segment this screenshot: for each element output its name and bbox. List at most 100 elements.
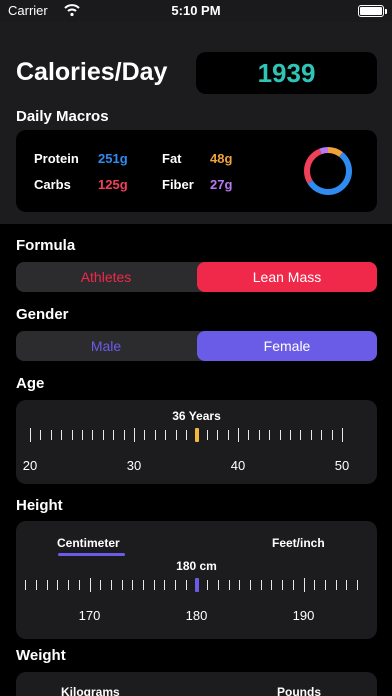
- calories-value: 1939: [196, 52, 377, 94]
- age-title: Age: [16, 375, 45, 392]
- weight-tab-kilograms[interactable]: Kilograms: [61, 685, 120, 696]
- age-tick: [227, 430, 229, 440]
- height-tick: [57, 580, 59, 590]
- formula-option-athletes[interactable]: Athletes: [16, 262, 196, 292]
- height-tick: [260, 580, 262, 590]
- age-tick: [102, 430, 104, 440]
- age-tick: [30, 428, 31, 442]
- formula-segmented-control: Athletes Lean Mass: [16, 262, 377, 292]
- age-tick: [310, 430, 312, 440]
- height-tick: [228, 580, 230, 590]
- height-tick: [282, 580, 284, 590]
- age-tick: [50, 430, 52, 440]
- fiber-label: Fiber: [162, 177, 194, 192]
- height-tick: [121, 580, 123, 590]
- height-tick: [132, 580, 134, 590]
- gender-option-male[interactable]: Male: [16, 331, 196, 361]
- carbs-label: Carbs: [34, 177, 71, 192]
- age-tick: [144, 430, 146, 440]
- height-tick: [46, 580, 48, 590]
- age-tick-label: 30: [126, 458, 142, 473]
- height-tick: [164, 580, 166, 590]
- height-tick-label: 180: [185, 608, 208, 623]
- age-tick: [165, 430, 167, 440]
- age-tick: [248, 430, 250, 440]
- gender-segmented-control: Male Female: [16, 331, 377, 361]
- age-tick: [40, 430, 42, 440]
- height-marker: [195, 578, 199, 592]
- height-tick: [271, 580, 273, 590]
- summary-header: Calories/Day 1939 Daily Macros Protein 2…: [0, 22, 392, 224]
- height-tick: [346, 580, 348, 590]
- age-tick: [92, 430, 94, 440]
- age-tick-label: 50: [334, 458, 350, 473]
- protein-value: 251g: [98, 151, 128, 166]
- fat-label: Fat: [162, 151, 182, 166]
- height-tab-centimeter[interactable]: Centimeter: [57, 536, 120, 550]
- age-marker: [194, 428, 199, 442]
- age-tick: [61, 430, 63, 440]
- age-tick: [342, 428, 343, 442]
- height-tick: [25, 580, 27, 590]
- gender-option-female[interactable]: Female: [197, 331, 377, 361]
- height-card: Centimeter Feet/inch 180 cm 170 180 190: [16, 521, 377, 639]
- height-tick: [110, 580, 112, 590]
- age-tick: [71, 430, 73, 440]
- age-tick: [175, 430, 177, 440]
- height-tick: [185, 580, 187, 590]
- age-tick-label: 40: [230, 458, 246, 473]
- fiber-value: 27g: [210, 177, 233, 192]
- height-tab-feet-inch[interactable]: Feet/inch: [272, 536, 325, 550]
- macros-card: Protein 251g Fat 48g Carbs 125g Fiber 27…: [16, 130, 377, 212]
- macros-title: Daily Macros: [16, 108, 109, 125]
- status-bar: Carrier 5:10 PM: [0, 0, 392, 22]
- height-tick: [357, 580, 358, 590]
- age-tick: [217, 430, 219, 440]
- height-tick: [68, 580, 70, 590]
- age-tick: [300, 430, 302, 440]
- age-tick: [186, 430, 187, 440]
- age-tick: [123, 430, 125, 440]
- height-tick: [314, 580, 316, 590]
- gender-title: Gender: [16, 306, 69, 323]
- height-tick: [217, 580, 219, 590]
- page-title: Calories/Day: [16, 58, 168, 86]
- height-title: Height: [16, 497, 63, 514]
- status-time: 5:10 PM: [171, 3, 221, 18]
- height-tick-label: 190: [292, 608, 315, 623]
- age-ruler[interactable]: 36 Years 20 30 40 50: [16, 400, 377, 484]
- battery-icon: [358, 5, 387, 17]
- carbs-value: 125g: [98, 177, 128, 192]
- fat-value: 48g: [210, 151, 233, 166]
- height-tick: [207, 580, 209, 590]
- age-tick: [154, 430, 156, 440]
- height-tick: [303, 578, 305, 592]
- age-tick: [279, 430, 281, 440]
- age-tick: [134, 428, 135, 442]
- age-tick: [321, 430, 323, 440]
- height-tick: [100, 580, 102, 590]
- weight-tab-pounds[interactable]: Pounds: [277, 685, 321, 696]
- age-tick: [258, 430, 260, 440]
- weight-title: Weight: [16, 647, 66, 664]
- height-value-label: 180 cm: [176, 559, 217, 573]
- formula-title: Formula: [16, 237, 76, 254]
- macros-donut-chart: [304, 147, 352, 195]
- height-tick: [292, 580, 294, 590]
- height-tick: [335, 580, 337, 590]
- age-tick: [269, 430, 271, 440]
- height-tick: [78, 580, 80, 590]
- height-tick: [239, 580, 241, 590]
- height-tick: [89, 578, 91, 592]
- height-tick: [175, 580, 177, 590]
- formula-option-lean-mass[interactable]: Lean Mass: [197, 262, 377, 292]
- age-value-label: 36 Years: [172, 409, 221, 423]
- height-tab-indicator: [58, 553, 125, 556]
- age-tick: [82, 430, 83, 440]
- age-tick-label: 20: [22, 458, 38, 473]
- height-tick: [143, 580, 144, 590]
- age-tick: [206, 430, 208, 440]
- age-tick: [238, 428, 239, 442]
- age-tick: [290, 430, 291, 440]
- age-tick: [331, 430, 333, 440]
